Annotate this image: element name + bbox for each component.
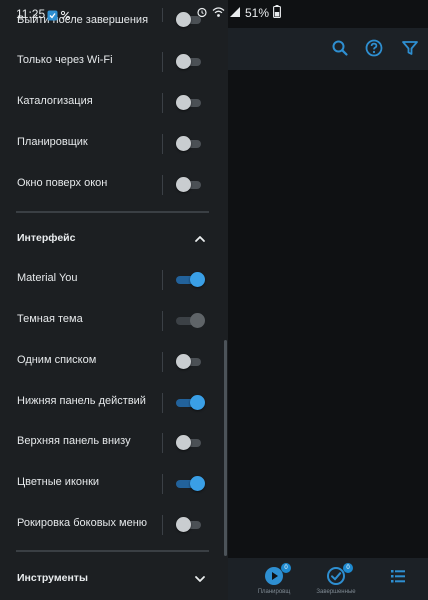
setting-top-bar-bottom[interactable]: Верхняя панель внизу bbox=[0, 423, 224, 463]
divider bbox=[162, 311, 163, 331]
toggle-switch[interactable] bbox=[176, 95, 201, 110]
divider bbox=[162, 134, 163, 154]
drawer-scrollbar[interactable] bbox=[224, 340, 227, 556]
setting-label: Material You bbox=[17, 272, 78, 284]
section-divider bbox=[16, 211, 209, 213]
divider bbox=[162, 175, 163, 195]
setting-bottom-action-bar[interactable]: Нижняя панель действий bbox=[0, 383, 224, 423]
setting-label: Цветные иконки bbox=[17, 476, 100, 488]
toggle-switch[interactable] bbox=[176, 54, 201, 69]
divider bbox=[162, 393, 163, 413]
badge: 0 bbox=[281, 563, 291, 573]
setting-swap-side-menus[interactable]: Рокировка боковых меню bbox=[0, 505, 224, 545]
toggle-switch[interactable] bbox=[176, 435, 201, 450]
setting-label: Нижняя панель действий bbox=[17, 395, 146, 407]
setting-exit-after-finish[interactable]: Выйти после завершения bbox=[0, 0, 224, 40]
app-toolbar bbox=[228, 28, 428, 70]
divider bbox=[162, 515, 163, 535]
settings-drawer: Выйти после завершения Только через Wi-F… bbox=[0, 0, 228, 600]
search-icon[interactable] bbox=[330, 38, 350, 58]
help-icon[interactable] bbox=[364, 38, 384, 58]
setting-colored-icons[interactable]: Цветные иконки bbox=[0, 464, 224, 504]
setting-dark-theme[interactable]: Темная тема bbox=[0, 301, 224, 341]
divider bbox=[162, 93, 163, 113]
section-header-tools[interactable]: Инструменты bbox=[0, 561, 224, 597]
nav-label: Завершенные bbox=[316, 589, 356, 595]
setting-label: Окно поверх окон bbox=[17, 177, 108, 189]
toggle-switch[interactable] bbox=[176, 177, 201, 192]
list-icon bbox=[388, 566, 408, 586]
main-content: 0 Планировщ 0 Завершенные bbox=[228, 0, 428, 600]
section-divider bbox=[16, 550, 209, 552]
bottom-navigation: 0 Планировщ 0 Завершенные bbox=[228, 558, 428, 600]
setting-single-list[interactable]: Одним списком bbox=[0, 342, 224, 382]
setting-overlay-window[interactable]: Окно поверх окон bbox=[0, 165, 224, 205]
section-header-interface[interactable]: Интерфейс bbox=[0, 221, 224, 257]
filter-icon[interactable] bbox=[400, 38, 420, 58]
play-circle-icon: 0 bbox=[264, 563, 291, 586]
setting-label: Только через Wi-Fi bbox=[17, 54, 113, 66]
divider bbox=[162, 352, 163, 372]
toggle-switch[interactable] bbox=[176, 272, 205, 287]
divider bbox=[162, 474, 163, 494]
chevron-up-icon bbox=[193, 232, 207, 246]
toggle-switch[interactable] bbox=[176, 354, 201, 369]
setting-label: Каталогизация bbox=[17, 95, 93, 107]
divider bbox=[162, 433, 163, 453]
chevron-down-icon bbox=[193, 572, 207, 586]
setting-label: Одним списком bbox=[17, 354, 97, 366]
setting-label: Планировщик bbox=[17, 136, 88, 148]
setting-label: Верхняя панель внизу bbox=[17, 435, 131, 447]
setting-material-you[interactable]: Material You bbox=[0, 260, 224, 300]
toggle-switch[interactable] bbox=[176, 476, 205, 491]
nav-label: Планировщ bbox=[257, 589, 291, 595]
setting-scheduler[interactable]: Планировщик bbox=[0, 124, 224, 164]
toggle-switch[interactable] bbox=[176, 313, 205, 328]
setting-wifi-only[interactable]: Только через Wi-Fi bbox=[0, 42, 224, 82]
setting-cataloging[interactable]: Каталогизация bbox=[0, 83, 224, 123]
section-title: Инструменты bbox=[17, 572, 88, 584]
setting-label: Рокировка боковых меню bbox=[17, 517, 148, 529]
toggle-switch[interactable] bbox=[176, 136, 201, 151]
check-circle-icon: 0 bbox=[326, 563, 353, 586]
divider bbox=[162, 270, 163, 290]
divider bbox=[162, 52, 163, 72]
badge: 0 bbox=[343, 563, 353, 573]
nav-completed[interactable]: 0 Завершенные bbox=[310, 563, 362, 595]
nav-list[interactable] bbox=[372, 566, 424, 586]
section-title: Интерфейс bbox=[17, 232, 76, 244]
setting-label: Темная тема bbox=[17, 313, 83, 325]
toggle-switch[interactable] bbox=[176, 395, 205, 410]
divider bbox=[162, 8, 163, 22]
setting-label: Выйти после завершения bbox=[17, 14, 149, 26]
toggle-switch[interactable] bbox=[176, 12, 201, 27]
nav-scheduler[interactable]: 0 Планировщ bbox=[248, 563, 300, 595]
toggle-switch[interactable] bbox=[176, 517, 201, 532]
